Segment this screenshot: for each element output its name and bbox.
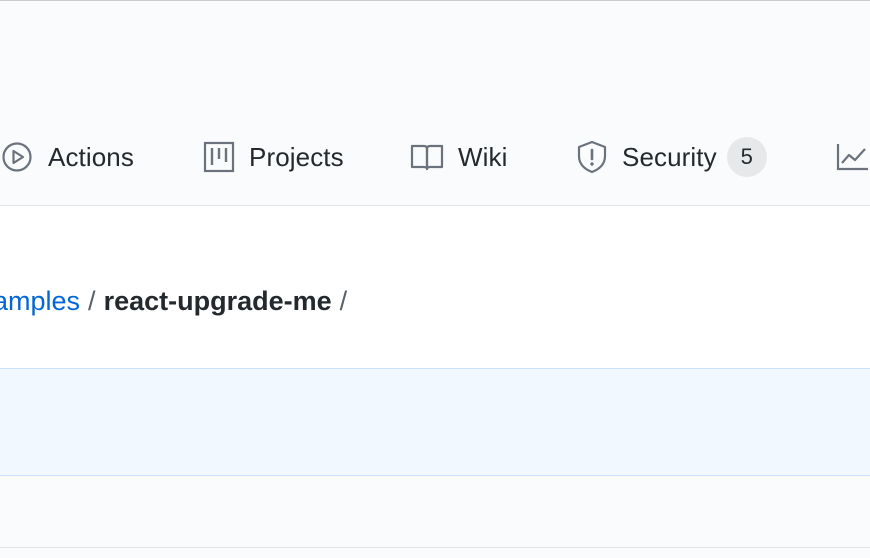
commit-info-bar — [0, 368, 870, 476]
shield-icon — [576, 140, 608, 174]
file-path-area: amples / react-upgrade-me / — [0, 206, 870, 368]
breadcrumb-current-directory: react-upgrade-me — [103, 286, 332, 316]
tab-label: Actions — [48, 141, 134, 172]
book-icon — [410, 142, 444, 172]
breadcrumb-separator: / — [88, 286, 96, 316]
breadcrumb: amples / react-upgrade-me / — [0, 286, 355, 317]
file-list-area — [0, 476, 870, 558]
security-alert-count-badge: 5 — [726, 137, 767, 177]
tab-label: Projects — [249, 141, 344, 172]
tab-actions[interactable]: Actions — [0, 135, 134, 179]
breadcrumb-parent-link[interactable]: amples — [0, 286, 80, 316]
play-circle-icon — [0, 140, 34, 174]
divider — [0, 547, 870, 548]
tab-label: Security — [622, 141, 717, 172]
tab-projects[interactable]: Projects — [203, 135, 344, 179]
repo-tab-nav: Actions Projects Wiki Security 5 — [0, 135, 870, 179]
repo-page: Actions Projects Wiki Security 5 amples … — [0, 0, 870, 558]
repo-header: Actions Projects Wiki Security 5 — [0, 1, 870, 206]
tab-security[interactable]: Security 5 — [576, 135, 767, 179]
breadcrumb-trailing-separator: / — [339, 286, 348, 316]
project-board-icon — [203, 141, 235, 173]
tab-insights[interactable] — [835, 135, 870, 179]
tab-wiki[interactable]: Wiki — [410, 135, 508, 179]
graph-icon — [835, 142, 869, 172]
tab-label: Wiki — [458, 141, 508, 172]
